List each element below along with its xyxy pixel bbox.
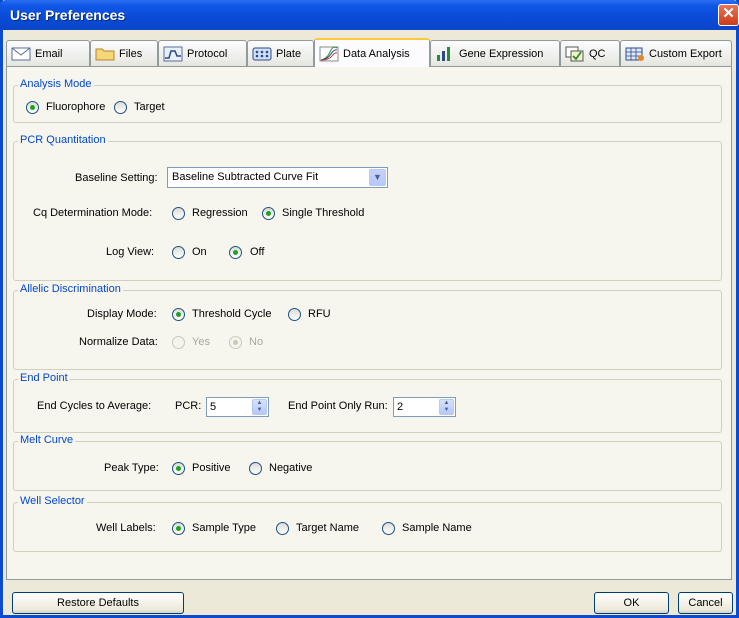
restore-defaults-button[interactable]: Restore Defaults: [12, 592, 184, 614]
tab-custom-export[interactable]: Custom Export: [620, 40, 732, 66]
well-selector-title: Well Selector: [18, 495, 87, 507]
sample-name-radio[interactable]: [382, 522, 395, 535]
negative-radio[interactable]: [249, 462, 262, 475]
tab-label: Email: [35, 47, 63, 60]
positive-radio[interactable]: [172, 462, 185, 475]
ok-button[interactable]: OK: [594, 592, 669, 614]
log-on-label: On: [192, 246, 207, 258]
cq-determination-label: Cq Determination Mode:: [33, 207, 153, 219]
end-cycles-label: End Cycles to Average:: [37, 400, 152, 412]
well-labels-label: Well Labels:: [96, 522, 156, 534]
threshold-cycle-radio[interactable]: [172, 308, 185, 321]
email-icon: [11, 47, 31, 60]
threshold-cycle-label: Threshold Cycle: [192, 308, 272, 320]
chevron-down-icon[interactable]: ▼: [369, 169, 386, 186]
qc-icon: [565, 46, 584, 61]
tab-label: QC: [589, 47, 606, 60]
data-analysis-icon: [319, 46, 339, 61]
cancel-button[interactable]: Cancel: [678, 592, 733, 614]
baseline-setting-value: Baseline Subtracted Curve Fit: [172, 171, 319, 183]
tab-email[interactable]: Email: [6, 40, 90, 66]
target-radio[interactable]: [114, 101, 127, 114]
pcr-quantitation-title: PCR Quantitation: [18, 134, 108, 146]
end-point-title: End Point: [18, 372, 70, 384]
tab-protocol[interactable]: Protocol: [158, 40, 247, 66]
log-off-label: Off: [250, 246, 265, 258]
melt-curve-title: Melt Curve: [18, 434, 76, 446]
tab-plate[interactable]: Plate: [247, 40, 314, 66]
log-view-label: Log View:: [106, 246, 155, 258]
end-point-run-stepper[interactable]: 2 ▲ ▼: [393, 397, 456, 417]
tab-label: Data Analysis: [343, 47, 410, 60]
window-title: User Preferences: [10, 7, 126, 23]
regression-radio[interactable]: [172, 207, 185, 220]
tab-label: Files: [119, 47, 143, 60]
negative-label: Negative: [269, 462, 313, 474]
sample-type-label: Sample Type: [192, 522, 257, 534]
log-on-radio[interactable]: [172, 246, 185, 259]
title-bar[interactable]: User Preferences ✕: [0, 0, 739, 30]
tab-qc[interactable]: QC: [560, 40, 620, 66]
folder-icon: [95, 48, 115, 60]
analysis-mode-title: Analysis Mode: [18, 78, 94, 90]
target-label: Target: [134, 101, 165, 113]
target-name-label: Target Name: [296, 522, 359, 534]
pcr-label: PCR:: [175, 400, 202, 412]
fluorophore-radio[interactable]: [26, 101, 39, 114]
positive-label: Positive: [192, 462, 231, 474]
fluorophore-label: Fluorophore: [46, 101, 106, 113]
end-point-run-value: 2: [397, 401, 404, 413]
target-name-radio[interactable]: [276, 522, 289, 535]
display-mode-label: Display Mode:: [87, 308, 157, 320]
gene-expression-icon: [437, 46, 450, 61]
normalize-data-label: Normalize Data:: [79, 336, 158, 348]
pcr-cycles-value: 5: [210, 401, 217, 413]
rfu-radio[interactable]: [288, 308, 301, 321]
single-threshold-radio[interactable]: [262, 207, 275, 220]
tab-data-analysis[interactable]: Data Analysis: [314, 38, 430, 67]
regression-label: Regression: [192, 207, 248, 219]
normalize-yes-radio[interactable]: [172, 336, 185, 349]
allelic-discrimination-title: Allelic Discrimination: [18, 283, 123, 295]
close-button[interactable]: ✕: [718, 4, 739, 26]
allelic-discrimination-group: [13, 290, 722, 370]
tab-label: Custom Export: [649, 47, 722, 60]
log-off-radio[interactable]: [229, 246, 242, 259]
protocol-icon: [163, 46, 183, 61]
tab-bar: Email Files Protocol Plate Data Analysis…: [6, 38, 732, 67]
tab-label: Protocol: [187, 47, 228, 60]
sample-type-radio[interactable]: [172, 522, 185, 535]
spin-arrows-icon[interactable]: ▲ ▼: [439, 399, 454, 415]
pcr-cycles-stepper[interactable]: 5 ▲ ▼: [206, 397, 269, 417]
single-threshold-label: Single Threshold: [282, 207, 365, 219]
tab-label: Gene Expression: [459, 47, 544, 60]
tab-gene-expression[interactable]: Gene Expression: [430, 40, 560, 66]
baseline-setting-select[interactable]: Baseline Subtracted Curve Fit ▼: [167, 167, 388, 188]
normalize-yes-label: Yes: [192, 336, 210, 348]
end-point-only-run-label: End Point Only Run:: [288, 400, 388, 412]
close-icon: ✕: [722, 5, 735, 22]
custom-export-icon: [625, 47, 644, 61]
tab-label: Plate: [276, 47, 302, 60]
sample-name-label: Sample Name: [402, 522, 472, 534]
peak-type-label: Peak Type:: [104, 462, 159, 474]
spin-arrows-icon[interactable]: ▲ ▼: [252, 399, 267, 415]
tab-files[interactable]: Files: [90, 40, 158, 66]
normalize-no-radio[interactable]: [229, 336, 242, 349]
normalize-no-label: No: [249, 336, 264, 348]
baseline-setting-label: Baseline Setting:: [75, 172, 158, 184]
rfu-label: RFU: [308, 308, 331, 320]
plate-icon: [252, 47, 272, 60]
